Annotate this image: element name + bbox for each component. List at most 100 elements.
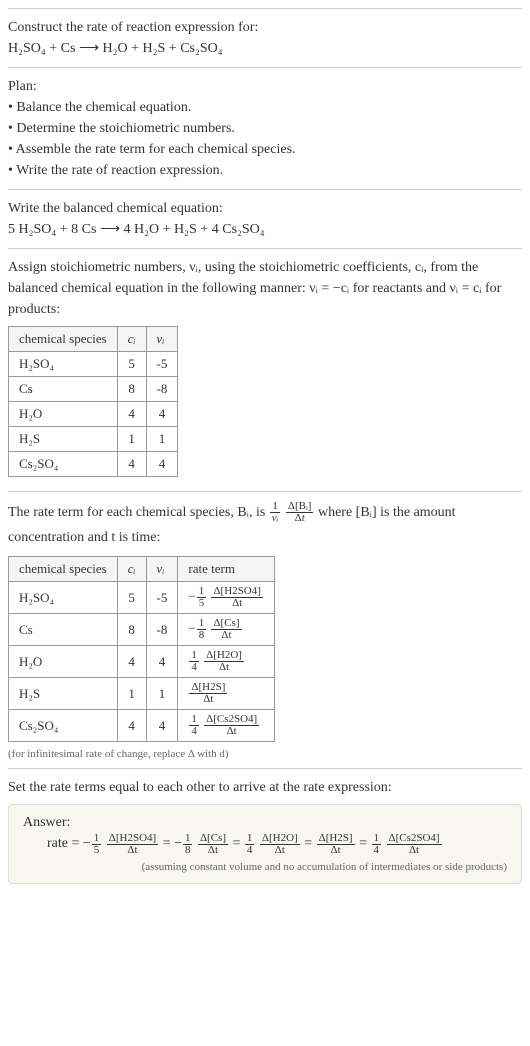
rateterm-intro-a: The rate term for each chemical species,… — [8, 505, 269, 520]
cell-vi: 1 — [146, 678, 178, 710]
col-rateterm: rate term — [178, 557, 275, 582]
table-row: Cs 8 -8 −18 Δ[Cs]Δt — [9, 614, 275, 646]
cell-vi: 1 — [146, 427, 178, 452]
rt-delta: Δ[H2SO4]Δt — [211, 586, 262, 609]
table-row: H₂S 1 1 Δ[H2S]Δt — [9, 678, 275, 710]
rt-coef: 15 — [197, 586, 207, 609]
col-ci: cᵢ — [117, 557, 146, 582]
col-species: chemical species — [9, 557, 118, 582]
table-row: Cs8-8 — [9, 377, 178, 402]
cell-ci: 4 — [117, 646, 146, 678]
cell-vi: 4 — [146, 710, 178, 742]
cell-species: Cs₂SO₄ — [9, 710, 118, 742]
col-ci: cᵢ — [117, 327, 146, 352]
answer-expression: rate = −15 Δ[H2SO4]Δt = −18 Δ[Cs]Δt = 14… — [23, 831, 507, 856]
cell-vi: 4 — [146, 452, 178, 477]
plan-section: Plan: • Balance the chemical equation. •… — [8, 67, 522, 189]
header-equation: H₂SO₄ + Cs ⟶ H₂O + H₂S + Cs₂SO₄ — [8, 38, 522, 59]
rateterm-table: chemical species cᵢ νᵢ rate term H₂SO₄ 5… — [8, 556, 275, 742]
rt-coef: 18 — [197, 618, 207, 641]
table-header-row: chemical species cᵢ νᵢ — [9, 327, 178, 352]
cell-species: H₂S — [9, 427, 118, 452]
cell-species: Cs — [9, 614, 118, 646]
table-row: Cs₂SO₄ 4 4 14 Δ[Cs2SO4]Δt — [9, 710, 275, 742]
cell-vi: -8 — [146, 377, 178, 402]
header-title: Construct the rate of reaction expressio… — [8, 17, 522, 38]
col-species: chemical species — [9, 327, 118, 352]
cell-ci: 4 — [117, 402, 146, 427]
table-row: Cs₂SO₄44 — [9, 452, 178, 477]
cell-vi: -5 — [146, 352, 178, 377]
plan-item-text: Balance the chemical equation. — [16, 100, 191, 115]
answer-note: (assuming constant volume and no accumul… — [23, 861, 507, 873]
balanced-equation: 5 H₂SO₄ + 8 Cs ⟶ 4 H₂O + H₂S + 4 Cs₂SO₄ — [8, 219, 522, 240]
plan-item-0: • Balance the chemical equation. — [8, 97, 522, 118]
cell-species: H₂SO₄ — [9, 582, 118, 614]
answer-lead: rate = — [47, 836, 83, 851]
cell-rateterm: −15 Δ[H2SO4]Δt — [178, 582, 275, 614]
cell-rateterm: 14 Δ[H2O]Δt — [178, 646, 275, 678]
cell-species: H₂O — [9, 402, 118, 427]
header-section: Construct the rate of reaction expressio… — [8, 8, 522, 67]
col-vi: νᵢ — [146, 327, 178, 352]
cell-ci: 1 — [117, 427, 146, 452]
setequal-section: Set the rate terms equal to each other t… — [8, 768, 522, 891]
stoich-table: chemical species cᵢ νᵢ H₂SO₄5-5 Cs8-8 H₂… — [8, 326, 178, 477]
rateterm-section: The rate term for each chemical species,… — [8, 491, 522, 768]
cell-ci: 4 — [117, 710, 146, 742]
frac-coef: 1νᵢ — [270, 501, 281, 524]
answer-box: Answer: rate = −15 Δ[H2SO4]Δt = −18 Δ[Cs… — [8, 804, 522, 883]
table-row: H₂S11 — [9, 427, 178, 452]
cell-vi: 4 — [146, 402, 178, 427]
rt-coef: 14 — [189, 650, 199, 673]
cell-ci: 8 — [117, 377, 146, 402]
cell-ci: 8 — [117, 614, 146, 646]
rt-delta: Δ[H2O]Δt — [204, 650, 244, 673]
cell-rateterm: Δ[H2S]Δt — [178, 678, 275, 710]
cell-ci: 5 — [117, 352, 146, 377]
plan-item-text: Write the rate of reaction expression. — [16, 163, 223, 178]
cell-species: H₂S — [9, 678, 118, 710]
plan-item-text: Determine the stoichiometric numbers. — [16, 121, 235, 136]
table-header-row: chemical species cᵢ νᵢ rate term — [9, 557, 275, 582]
cell-ci: 1 — [117, 678, 146, 710]
plan-item-3: • Write the rate of reaction expression. — [8, 160, 522, 181]
balanced-section: Write the balanced chemical equation: 5 … — [8, 189, 522, 248]
rateterm-intro: The rate term for each chemical species,… — [8, 500, 522, 550]
setequal-title: Set the rate terms equal to each other t… — [8, 777, 522, 798]
cell-species: Cs — [9, 377, 118, 402]
cell-vi: -5 — [146, 582, 178, 614]
plan-item-2: • Assemble the rate term for each chemic… — [8, 139, 522, 160]
col-vi: νᵢ — [146, 557, 178, 582]
rt-delta: Δ[H2S]Δt — [189, 682, 227, 705]
cell-rateterm: −18 Δ[Cs]Δt — [178, 614, 275, 646]
rt-sign: − — [188, 589, 195, 604]
cell-species: H₂SO₄ — [9, 352, 118, 377]
table-row: H₂O44 — [9, 402, 178, 427]
cell-species: Cs₂SO₄ — [9, 452, 118, 477]
table-row: H₂SO₄5-5 — [9, 352, 178, 377]
rt-delta: Δ[Cs2SO4]Δt — [204, 714, 259, 737]
cell-vi: 4 — [146, 646, 178, 678]
plan-item-text: Assemble the rate term for each chemical… — [16, 142, 296, 157]
balanced-title: Write the balanced chemical equation: — [8, 198, 522, 219]
rt-delta: Δ[Cs]Δt — [211, 618, 241, 641]
table-row: H₂O 4 4 14 Δ[H2O]Δt — [9, 646, 275, 678]
cell-ci: 5 — [117, 582, 146, 614]
answer-term: = 14 Δ[H2O]Δt — [233, 836, 301, 851]
rt-coef: 14 — [189, 714, 199, 737]
rateterm-footnote: (for infinitesimal rate of change, repla… — [8, 748, 522, 760]
answer-label: Answer: — [23, 815, 507, 831]
cell-rateterm: 14 Δ[Cs2SO4]Δt — [178, 710, 275, 742]
cell-ci: 4 — [117, 452, 146, 477]
frac-delta: Δ[Bᵢ]Δt — [286, 501, 314, 524]
answer-term: = Δ[H2S]Δt — [304, 836, 355, 851]
answer-term: −15 Δ[H2SO4]Δt — [83, 836, 159, 851]
assign-section: Assign stoichiometric numbers, νᵢ, using… — [8, 248, 522, 491]
answer-term: = −18 Δ[Cs]Δt — [163, 836, 229, 851]
plan-item-1: • Determine the stoichiometric numbers. — [8, 118, 522, 139]
table-row: H₂SO₄ 5 -5 −15 Δ[H2SO4]Δt — [9, 582, 275, 614]
cell-vi: -8 — [146, 614, 178, 646]
cell-species: H₂O — [9, 646, 118, 678]
plan-title: Plan: — [8, 76, 522, 97]
